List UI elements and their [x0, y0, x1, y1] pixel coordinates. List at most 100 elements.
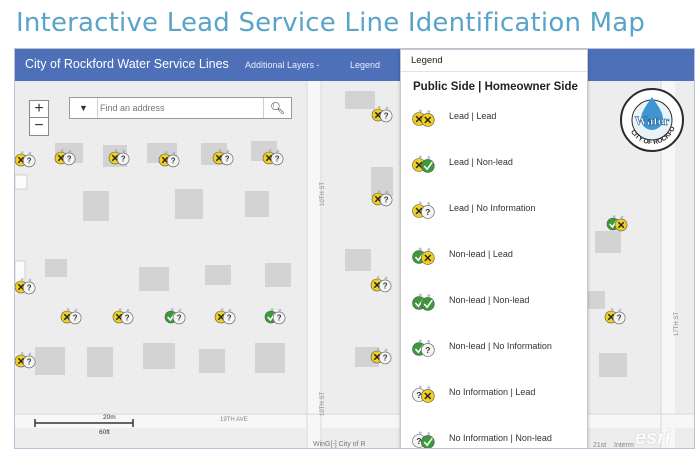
legend-item: Non-lead | Non-lead: [409, 286, 587, 316]
svg-text:?: ?: [27, 157, 32, 166]
map-canvas[interactable]: ?????????????????? 10TH ST 10TH ST 19TH …: [15, 81, 694, 448]
legend-marker[interactable]: ?: [412, 201, 435, 219]
service-line-marker[interactable]: [606, 215, 628, 232]
svg-text:?: ?: [383, 282, 388, 291]
service-line-marker[interactable]: ?: [54, 149, 76, 166]
logo-word: Water: [635, 113, 670, 128]
svg-text:?: ?: [277, 314, 282, 323]
service-line-marker[interactable]: ?: [212, 149, 234, 166]
svg-text:?: ?: [617, 314, 622, 323]
search-source-dropdown[interactable]: ▼: [70, 98, 98, 118]
svg-text:?: ?: [27, 358, 32, 367]
app-title: City of Rockford Water Service Lines: [25, 57, 229, 71]
legend-marker[interactable]: [412, 293, 435, 311]
service-line-marker[interactable]: ?: [264, 308, 286, 325]
nav-legend[interactable]: Legend: [350, 60, 380, 70]
legend-title: Legend: [401, 50, 587, 72]
zoom-control: + −: [29, 100, 49, 136]
legend-marker[interactable]: ?: [412, 339, 435, 357]
service-line-marker[interactable]: ?: [15, 151, 36, 168]
svg-text:?: ?: [67, 155, 72, 164]
map-markers: ??????????????????: [15, 106, 628, 369]
zoom-out-button[interactable]: −: [29, 118, 49, 136]
legend-item: Lead | Lead: [409, 102, 587, 132]
service-line-marker[interactable]: ?: [60, 308, 82, 325]
legend-symbol-icon: ?: [412, 431, 435, 448]
svg-text:?: ?: [425, 207, 430, 217]
legend-item-label: Lead | Non-lead: [449, 157, 513, 167]
legend-marker[interactable]: ?: [412, 431, 435, 448]
legend-item-label: Non-lead | Lead: [449, 249, 513, 259]
svg-text:?: ?: [416, 390, 421, 400]
legend-item-label: Non-lead | Non-lead: [449, 295, 530, 305]
service-line-marker[interactable]: ?: [214, 308, 236, 325]
legend-item: Non-lead | Lead: [409, 240, 587, 270]
service-line-marker[interactable]: ?: [15, 352, 36, 369]
service-line-marker[interactable]: ?: [371, 190, 393, 207]
svg-text:?: ?: [225, 155, 230, 164]
svg-text:?: ?: [73, 314, 78, 323]
magnifier-icon: 🔍︎: [269, 101, 286, 115]
service-line-marker[interactable]: ?: [604, 308, 626, 325]
service-line-marker[interactable]: ?: [262, 149, 284, 166]
map-frame: ?????????????????? 10TH ST 10TH ST 19TH …: [14, 48, 695, 449]
attribution-right: 21st Interm: [593, 442, 634, 449]
legend-item-label: No Information | Lead: [449, 387, 536, 397]
legend-marker[interactable]: ?: [412, 385, 435, 403]
street-label: 10TH ST: [320, 181, 327, 207]
zoom-in-button[interactable]: +: [29, 100, 49, 118]
attribution: WinG[-] City of R: [313, 441, 366, 448]
service-line-marker[interactable]: ?: [158, 151, 180, 168]
service-line-marker[interactable]: ?: [370, 348, 392, 365]
legend-item-label: Lead | Lead: [449, 111, 497, 121]
svg-text:?: ?: [27, 284, 32, 293]
legend-item: ? No Information | Non-lead: [409, 424, 587, 448]
legend-symbol-icon: ?: [412, 339, 435, 357]
legend-item: ? Lead | No Information: [409, 194, 587, 224]
legend-symbol-icon: ?: [412, 201, 435, 219]
legend-marker[interactable]: [412, 109, 435, 127]
attribution-part: 21st: [593, 442, 607, 449]
street-label: 19TH AVE: [220, 417, 248, 423]
esri-logo: esri: [635, 427, 671, 449]
svg-text:?: ?: [384, 112, 389, 121]
city-water-logo: CITY OF ROCKFORD Water: [619, 87, 684, 152]
scale-bar: 20m 60ft: [34, 414, 134, 436]
svg-text:?: ?: [171, 157, 176, 166]
svg-text:?: ?: [227, 314, 232, 323]
legend-marker[interactable]: [412, 247, 435, 265]
nav-additional-layers[interactable]: Additional Layers -: [245, 60, 320, 70]
legend-item: ? Non-lead | No Information: [409, 332, 587, 362]
legend-symbol-icon: [412, 293, 435, 311]
legend-item-label: No Information | Non-lead: [449, 433, 552, 443]
service-line-marker[interactable]: ?: [112, 308, 134, 325]
svg-text:?: ?: [121, 155, 126, 164]
search-input[interactable]: [100, 100, 255, 116]
service-line-marker[interactable]: ?: [15, 278, 36, 295]
svg-text:?: ?: [425, 345, 430, 355]
legend-symbol-icon: [412, 247, 435, 265]
legend-item-label: Non-lead | No Information: [449, 341, 552, 351]
service-line-marker[interactable]: ?: [370, 276, 392, 293]
street-label: 10TH ST: [320, 391, 327, 417]
search-button[interactable]: 🔍︎: [263, 98, 291, 118]
service-line-marker[interactable]: ?: [108, 149, 130, 166]
scale-bottom-label: 60ft: [99, 429, 110, 436]
svg-text:?: ?: [177, 314, 182, 323]
legend-marker[interactable]: [412, 155, 435, 173]
attribution-part: Interm: [614, 442, 634, 449]
caret-down-icon: ▼: [79, 103, 88, 113]
legend-symbol-icon: [412, 155, 435, 173]
app-header: City of Rockford Water Service Lines Add…: [15, 49, 694, 81]
legend-item: Lead | Non-lead: [409, 148, 587, 178]
legend-symbol-icon: [412, 109, 435, 127]
page-title: Interactive Lead Service Line Identifica…: [16, 8, 646, 38]
svg-text:?: ?: [383, 354, 388, 363]
svg-text:?: ?: [416, 436, 421, 446]
service-line-marker[interactable]: ?: [371, 106, 393, 123]
legend-panel: Legend Public Side | Homeowner Side Lead…: [400, 49, 588, 448]
legend-symbol-icon: ?: [412, 385, 435, 403]
legend-item: ? No Information | Lead: [409, 378, 587, 408]
legend-subtitle: Public Side | Homeowner Side: [413, 81, 578, 93]
service-line-marker[interactable]: ?: [164, 308, 186, 325]
